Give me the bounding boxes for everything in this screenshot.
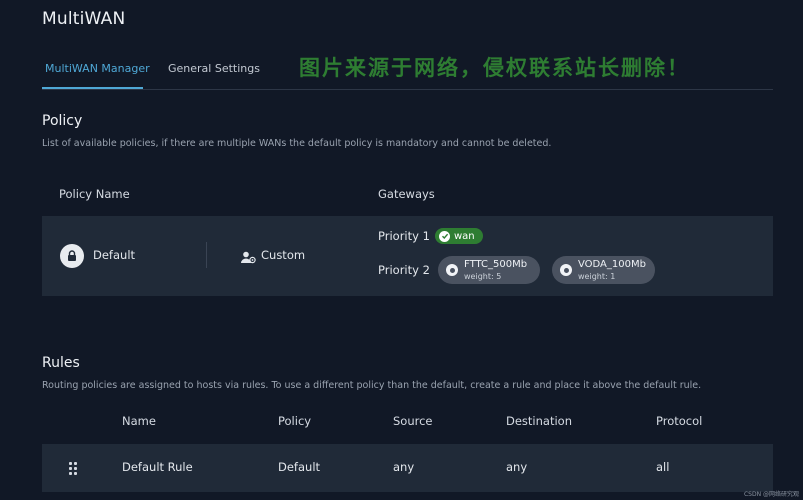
gateway-pill-voda[interactable]: VODA_100Mb weight: 1: [552, 256, 655, 284]
rule-destination: any: [506, 460, 528, 474]
watermark-text: 图片来源于网络，侵权联系站长删除！: [299, 56, 690, 80]
check-icon: [439, 230, 450, 242]
rules-section-description: Routing policies are assigned to hosts v…: [42, 380, 702, 391]
radio-icon: [446, 264, 458, 276]
gateways-column-header: Gateways: [378, 187, 435, 201]
rules-source-column-header: Source: [393, 414, 433, 428]
drag-handle-icon[interactable]: [69, 462, 77, 475]
rules-destination-column-header: Destination: [506, 414, 572, 428]
gateway-name: FTTC_500Mb: [464, 259, 528, 270]
cell-divider: [206, 242, 207, 268]
rules-name-column-header: Name: [122, 414, 156, 428]
policy-section-title: Policy: [42, 113, 83, 129]
page-title: MultiWAN: [42, 9, 126, 29]
table-row[interactable]: Default Rule Default any any all: [42, 444, 773, 492]
rules-policy-column-header: Policy: [278, 414, 312, 428]
gateway-weight: weight: 1: [578, 272, 616, 281]
policy-name-column-header: Policy Name: [59, 187, 130, 201]
user-settings-icon: [241, 249, 256, 268]
policy-name: Default: [93, 248, 136, 262]
rule-protocol: all: [656, 460, 670, 474]
gateway-pill-fttc[interactable]: FTTC_500Mb weight: 5: [438, 256, 540, 284]
tab-multiwan-manager[interactable]: MultiWAN Manager: [45, 62, 150, 75]
gateway-badge-label: wan: [454, 230, 475, 242]
gateway-weight: weight: 5: [464, 272, 502, 281]
policy-section-description: List of available policies, if there are…: [42, 138, 552, 149]
rule-name: Default Rule: [122, 460, 193, 474]
active-tab-indicator: [42, 87, 143, 89]
gateway-badge-wan[interactable]: wan: [435, 228, 483, 244]
rule-policy: Default: [278, 460, 321, 474]
gateway-name: VODA_100Mb: [578, 259, 646, 270]
policy-row-default[interactable]: Default Custom Priority 1 wan Priority 2…: [42, 216, 773, 296]
priority-1-label: Priority 1: [378, 229, 430, 243]
priority-2-label: Priority 2: [378, 263, 430, 277]
lock-icon: [60, 244, 84, 268]
rules-protocol-column-header: Protocol: [656, 414, 703, 428]
corner-mark: CSDN @网络研究观: [743, 491, 799, 498]
tab-general-settings[interactable]: General Settings: [168, 62, 260, 75]
radio-icon: [560, 264, 572, 276]
policy-mode: Custom: [261, 248, 306, 262]
rule-source: any: [393, 460, 415, 474]
rules-section-title: Rules: [42, 355, 80, 371]
